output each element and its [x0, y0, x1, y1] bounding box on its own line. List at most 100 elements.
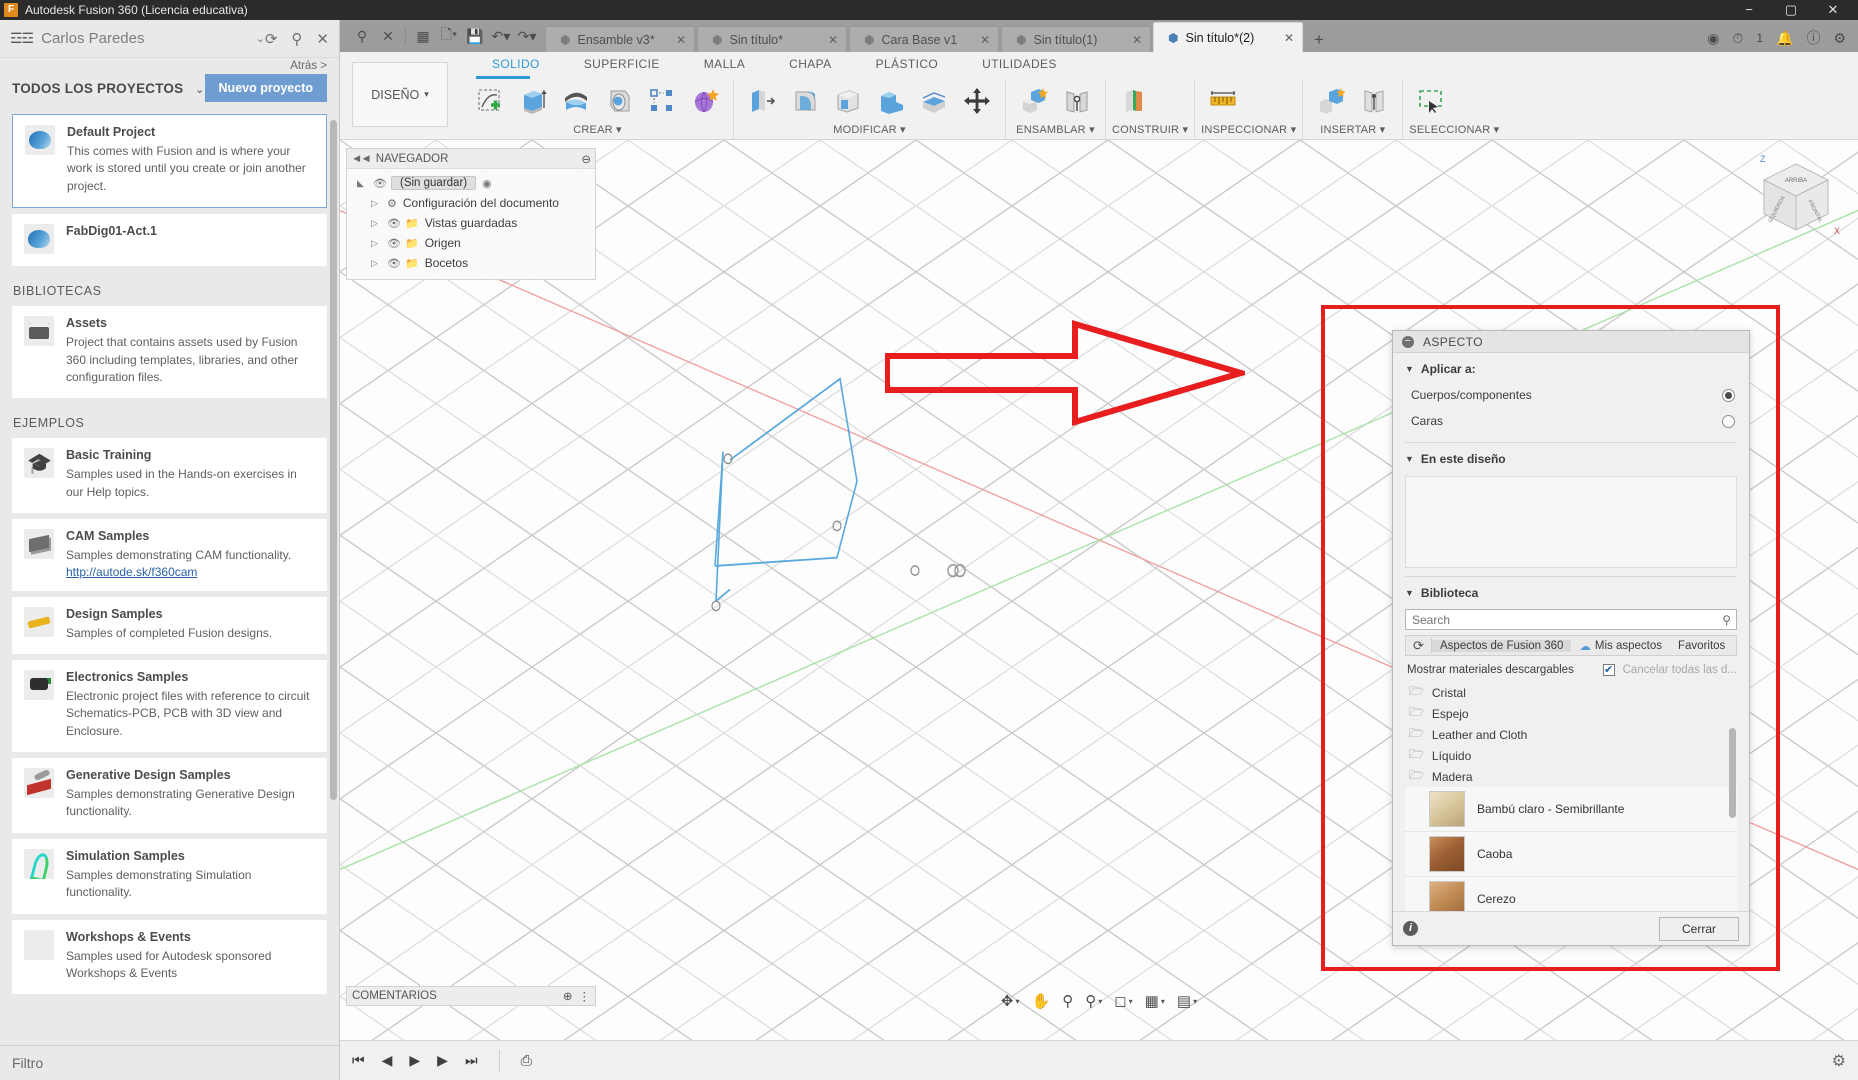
expand-triangle-icon[interactable]: ▷ [371, 258, 381, 269]
info-icon[interactable]: i [1403, 921, 1418, 936]
all-projects-dropdown[interactable]: TODOS LOS PROYECTOS ⌄ [12, 81, 204, 96]
visibility-icon[interactable]: 👁 [387, 217, 401, 230]
search-icon[interactable]: ⚲ [291, 30, 302, 48]
ribbon-group-label[interactable]: INSERTAR ▾ [1309, 123, 1396, 139]
search-icon[interactable]: ⚲ [1722, 613, 1731, 627]
list-item[interactable]: Basic Training Samples used in the Hands-… [12, 438, 327, 514]
play-icon[interactable]: ▶ [409, 1052, 420, 1069]
ribbon-group-label[interactable]: CONSTRUIR ▾ [1112, 123, 1188, 139]
library-tab[interactable]: Favoritos [1670, 640, 1733, 652]
library-search-input[interactable] [1405, 609, 1737, 630]
filter-input[interactable]: Filtro [0, 1045, 339, 1080]
workspace-selector[interactable]: DISEÑO ▾ [352, 62, 448, 127]
new-file-icon[interactable]: 🗋▾ [437, 23, 461, 49]
close-tab-icon[interactable]: ✕ [670, 33, 686, 47]
display-settings-icon[interactable]: ◻ ▾ [1114, 992, 1132, 1010]
step-forward-icon[interactable]: ▶ [437, 1052, 448, 1069]
apply-to-option[interactable]: Caras [1393, 408, 1749, 434]
document-tab[interactable]: ⬢ Sin título(1) ✕ [1001, 26, 1151, 52]
grid-snap-icon[interactable]: ▦ ▾ [1145, 992, 1165, 1010]
go-start-icon[interactable]: ⏮ [352, 1052, 365, 1069]
library-tab[interactable]: Aspectos de Fusion 360 [1432, 639, 1572, 652]
ribbon-tab[interactable]: PLÁSTICO [854, 57, 961, 71]
viewports-icon[interactable]: ▤ ▾ [1177, 992, 1197, 1010]
go-end-icon[interactable]: ⏭ [465, 1052, 478, 1069]
material-item[interactable]: Cerezo [1405, 877, 1737, 911]
account-settings-icon[interactable]: ⚙ [1833, 30, 1846, 47]
visibility-icon[interactable]: 👁 [373, 177, 387, 190]
zoom-icon[interactable]: ⚲ [1062, 992, 1073, 1010]
refresh-icon[interactable]: ⟳ [265, 30, 278, 48]
expand-triangle-icon[interactable]: ▷ [371, 198, 381, 209]
revolve-icon[interactable] [556, 81, 596, 121]
list-item[interactable]: Generative Design Samples Samples demonst… [12, 758, 327, 833]
cancel-downloads-label[interactable]: Cancelar todas las d... [1623, 664, 1737, 676]
insert-canvas-icon[interactable] [1354, 81, 1394, 121]
document-tab[interactable]: ⬢ Sin título* ✕ [697, 26, 847, 52]
ribbon-tab[interactable]: UTILIDADES [960, 57, 1079, 71]
list-item-link[interactable]: http://autode.sk/f360cam [66, 565, 315, 579]
sweep-icon[interactable] [599, 81, 639, 121]
new-component-icon[interactable] [1014, 81, 1054, 121]
list-item[interactable]: FabDig01-Act.1 [12, 214, 327, 267]
radio-button[interactable] [1722, 414, 1735, 428]
list-item[interactable]: Default Project This comes with Fusion an… [12, 114, 327, 209]
visibility-icon[interactable]: 👁 [387, 237, 401, 250]
close-tab-icon[interactable]: ✕ [1278, 31, 1294, 45]
pattern-icon[interactable] [642, 81, 682, 121]
ribbon-group-label[interactable]: ENSAMBLAR ▾ [1012, 123, 1099, 139]
timeline-settings-icon[interactable]: ⚙ [1832, 1051, 1846, 1071]
list-item[interactable]: Design Samples Samples of completed Fusio… [12, 596, 327, 654]
insert-derive-icon[interactable] [1311, 81, 1351, 121]
ribbon-group-label[interactable]: CREAR ▾ [468, 123, 727, 139]
show-downloadable-checkbox[interactable]: ✔ [1602, 664, 1615, 676]
pan-icon[interactable]: ✋ [1032, 992, 1051, 1010]
expand-triangle-icon[interactable]: ▷ [371, 238, 381, 249]
close-dialog-button[interactable]: Cerrar [1658, 916, 1739, 941]
refresh-icon[interactable]: ⟳ [1406, 637, 1432, 654]
radio-button[interactable] [1722, 388, 1735, 402]
list-item[interactable]: Simulation Samples Samples demonstrating … [12, 838, 327, 914]
list-item[interactable]: Electronics Samples Electronic project fi… [12, 659, 327, 753]
list-item[interactable]: CAM Samples Samples demonstrating CAM fun… [12, 519, 327, 591]
orbit-icon[interactable]: ✥ ▾ [1001, 992, 1020, 1010]
collapse-icon[interactable]: – [1402, 335, 1414, 348]
apply-to-section-header[interactable]: ▼ Aplicar a: [1393, 353, 1749, 382]
close-tab-icon[interactable]: ✕ [822, 33, 838, 47]
timeline-marker-icon[interactable]: ⎙ [521, 1052, 532, 1069]
library-section-header[interactable]: ▼ Biblioteca [1393, 577, 1749, 606]
shell-icon[interactable] [828, 81, 868, 121]
close-panel-icon[interactable]: ✕ [316, 30, 329, 48]
joint-icon[interactable] [1057, 81, 1097, 121]
ribbon-tab[interactable]: MALLA [682, 57, 767, 71]
navigator-row[interactable]: ▷ ⚙ Configuración del documento [347, 193, 595, 213]
library-folder[interactable]: 🗁 Espejo [1405, 703, 1737, 724]
close-tab-icon[interactable]: ✕ [1126, 33, 1142, 47]
form-icon[interactable] [685, 81, 725, 121]
material-item[interactable]: Caoba [1405, 832, 1737, 877]
zoom-fit-icon[interactable]: ⚲ ▾ [1085, 992, 1102, 1010]
document-tab[interactable]: ⬢ Cara Base v1 ✕ [849, 26, 999, 52]
library-folder[interactable]: 🗁 Leather and Cloth [1405, 724, 1737, 745]
back-link[interactable]: Atrás > [0, 58, 339, 72]
add-comment-icon[interactable]: ⊕ [563, 989, 573, 1003]
help-icon[interactable]: ⓘ [1806, 28, 1820, 48]
construct-plane-icon[interactable] [1114, 81, 1154, 121]
3d-canvas[interactable]: ◄◄ NAVEGADOR ⊖ ◣ 👁 (Sin guardar) ◉ ▷ ⚙ Con… [340, 140, 1858, 1040]
fillet-icon[interactable] [785, 81, 825, 121]
extrude-icon[interactable] [513, 81, 553, 121]
comments-resize-icon[interactable]: ⋮ [573, 989, 591, 1003]
visibility-icon[interactable]: 👁 [387, 257, 401, 270]
library-folder[interactable]: 🗁 Madera [1405, 766, 1737, 787]
step-back-icon[interactable]: ◀ [382, 1052, 393, 1069]
close-tab-icon[interactable]: ✕ [974, 33, 990, 47]
offset-face-icon[interactable] [914, 81, 954, 121]
document-tab[interactable]: ⬢ Ensamble v3* ✕ [545, 26, 695, 52]
new-tab-button[interactable]: + [1305, 30, 1333, 52]
move-copy-icon[interactable] [957, 81, 997, 121]
collapse-left-icon[interactable]: ◄◄ [351, 153, 372, 165]
ribbon-group-label[interactable]: SELECCIONAR ▾ [1409, 123, 1499, 139]
ribbon-tab[interactable]: SOLIDO [470, 57, 562, 71]
navigator-root-row[interactable]: ◣ 👁 (Sin guardar) ◉ [347, 173, 595, 193]
navigator-row[interactable]: ▷ 👁 📁 Bocetos [347, 253, 595, 273]
